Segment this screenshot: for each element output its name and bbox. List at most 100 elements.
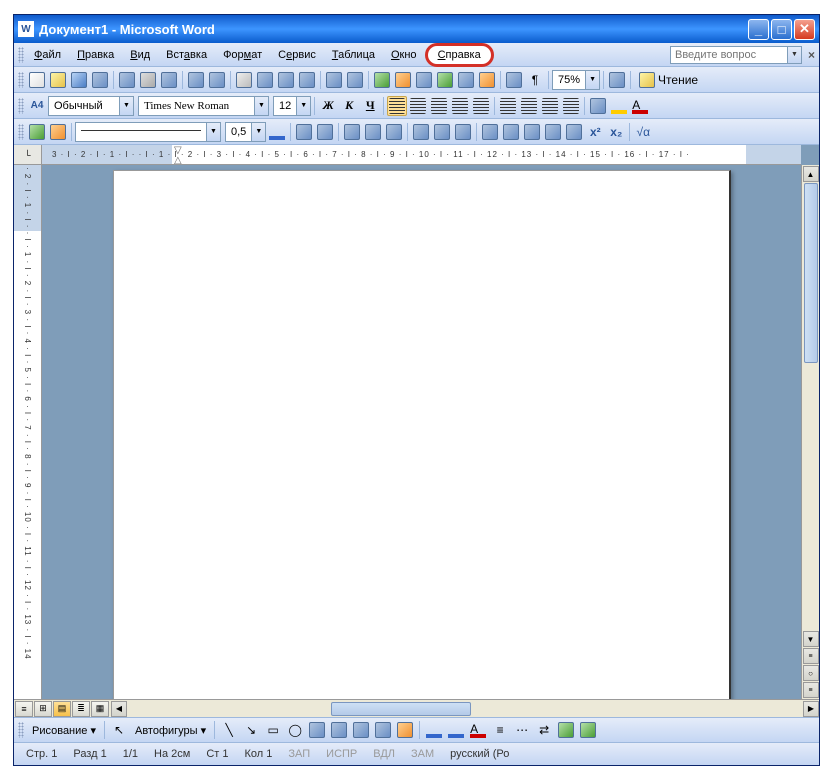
diagram-button[interactable] — [351, 720, 371, 740]
maximize-button[interactable]: □ — [771, 19, 792, 40]
line-style-button[interactable]: ≡ — [490, 720, 510, 740]
wordart-button[interactable] — [329, 720, 349, 740]
toolbar-grip[interactable] — [18, 47, 24, 63]
select-objects-button[interactable]: ↖ — [109, 720, 129, 740]
scroll-right-button[interactable]: ▶ — [803, 701, 819, 717]
reading-button[interactable]: Чтение — [634, 70, 703, 90]
menu-формат[interactable]: Формат — [215, 46, 270, 64]
document-page[interactable] — [113, 170, 731, 699]
show-all-button[interactable]: ¶ — [525, 70, 545, 90]
hscroll-thumb[interactable] — [331, 702, 471, 716]
status-indicator-зам[interactable]: ЗАМ — [405, 748, 440, 760]
scroll-down-button[interactable]: ▼ — [803, 631, 819, 647]
vertical-ruler[interactable]: · 2 · I · 1 · I · · I · 1 · I · 2 · I · … — [14, 165, 42, 699]
toolbar-grip[interactable] — [18, 124, 24, 140]
border-color-button[interactable] — [267, 122, 287, 142]
outline-view-button[interactable]: ≣ — [72, 701, 90, 717]
3d-button[interactable] — [578, 720, 598, 740]
reading-view-button[interactable]: ▦ — [91, 701, 109, 717]
split-cells-button[interactable] — [384, 122, 404, 142]
browse-next-button[interactable]: ≡ — [803, 682, 819, 698]
style-combo[interactable]: Обычный ▼ — [48, 96, 134, 116]
toolbar-grip[interactable] — [18, 98, 24, 114]
scroll-thumb[interactable] — [804, 183, 818, 363]
format-painter-button[interactable] — [297, 70, 317, 90]
menu-вид[interactable]: Вид — [122, 46, 158, 64]
superscript-button[interactable]: x² — [585, 122, 605, 142]
scroll-left-button[interactable]: ◀ — [111, 701, 127, 717]
help-search-dropdown[interactable]: ▼ — [788, 46, 802, 64]
align-center-button[interactable] — [408, 96, 428, 116]
research-button[interactable] — [207, 70, 227, 90]
copy-button[interactable] — [255, 70, 275, 90]
increase-indent-button[interactable] — [561, 96, 581, 116]
oval-tool-button[interactable]: ◯ — [285, 720, 305, 740]
cut-button[interactable] — [234, 70, 254, 90]
status-indicator-вдл[interactable]: ВДЛ — [367, 748, 401, 760]
status-indicator-зап[interactable]: ЗАП — [282, 748, 316, 760]
arrow-style-button[interactable]: ⇄ — [534, 720, 554, 740]
arrow-tool-button[interactable]: ↘ — [241, 720, 261, 740]
italic-button[interactable]: К — [339, 96, 359, 116]
status-indicator-испр[interactable]: ИСПР — [320, 748, 363, 760]
menu-таблица[interactable]: Таблица — [324, 46, 383, 64]
hanging-indent-marker[interactable]: △ — [174, 155, 182, 165]
merge-cells-button[interactable] — [363, 122, 383, 142]
menu-файл[interactable]: Файл — [26, 46, 69, 64]
print-preview-button[interactable] — [159, 70, 179, 90]
align-justify-button[interactable] — [450, 96, 470, 116]
open-button[interactable] — [48, 70, 68, 90]
paste-button[interactable] — [276, 70, 296, 90]
drawing-button[interactable] — [477, 70, 497, 90]
save-button[interactable] — [69, 70, 89, 90]
shadow-button[interactable] — [556, 720, 576, 740]
align-cell-button[interactable] — [411, 122, 431, 142]
help-button[interactable] — [607, 70, 627, 90]
line-weight-combo[interactable]: 0,5 ▼ — [225, 122, 266, 142]
doc-map-button[interactable] — [504, 70, 524, 90]
text-direction-button[interactable] — [501, 122, 521, 142]
new-button[interactable] — [27, 70, 47, 90]
eraser-button[interactable] — [48, 122, 68, 142]
styles-button[interactable]: A4 — [27, 96, 47, 116]
draw-table-button[interactable] — [27, 122, 47, 142]
insert-table-button[interactable] — [342, 122, 362, 142]
subscript-button[interactable]: x₂ — [606, 122, 626, 142]
outside-border-button[interactable] — [588, 96, 608, 116]
tables-borders-button[interactable] — [393, 70, 413, 90]
align-right-button[interactable] — [429, 96, 449, 116]
horizontal-ruler[interactable]: 3 · I · 2 · I · 1 · I · · I · 1 · I · 2 … — [42, 145, 801, 165]
menu-вставка[interactable]: Вставка — [158, 46, 215, 64]
font-color-button[interactable]: A — [630, 96, 650, 116]
normal-view-button[interactable]: ≡ — [15, 701, 33, 717]
underline-button[interactable]: Ч — [360, 96, 380, 116]
menu-справка[interactable]: Справка — [425, 43, 494, 67]
autoformat-button[interactable] — [480, 122, 500, 142]
print-button[interactable] — [138, 70, 158, 90]
toolbar-grip[interactable] — [18, 722, 24, 738]
mail-button[interactable] — [117, 70, 137, 90]
ruler-corner[interactable]: └ — [14, 145, 42, 165]
autoshapes-menu[interactable]: Автофигуры ▾ — [131, 722, 210, 739]
highlight-button[interactable] — [609, 96, 629, 116]
font-combo[interactable]: Times New Roman ▼ — [138, 96, 269, 116]
menu-окно[interactable]: Окно — [383, 46, 425, 64]
horizontal-scrollbar[interactable] — [129, 701, 801, 717]
browse-object-button[interactable]: ○ — [803, 665, 819, 681]
rectangle-tool-button[interactable]: ▭ — [263, 720, 283, 740]
zoom-combo[interactable]: 75% ▼ — [552, 70, 600, 90]
line-style-combo[interactable]: ▼ — [75, 122, 221, 142]
close-doc-button[interactable]: × — [808, 48, 815, 62]
clipart-button[interactable] — [373, 720, 393, 740]
redo-button[interactable] — [345, 70, 365, 90]
dash-style-button[interactable]: ⋯ — [512, 720, 532, 740]
print-layout-view-button[interactable]: ▤ — [53, 701, 71, 717]
sort-asc-button[interactable] — [522, 122, 542, 142]
line-tool-button[interactable]: ╲ — [219, 720, 239, 740]
undo-button[interactable] — [324, 70, 344, 90]
line-spacing-button[interactable] — [471, 96, 491, 116]
textbox-button[interactable] — [307, 720, 327, 740]
distribute-rows-button[interactable] — [432, 122, 452, 142]
columns-button[interactable] — [456, 70, 476, 90]
minimize-button[interactable]: _ — [748, 19, 769, 40]
